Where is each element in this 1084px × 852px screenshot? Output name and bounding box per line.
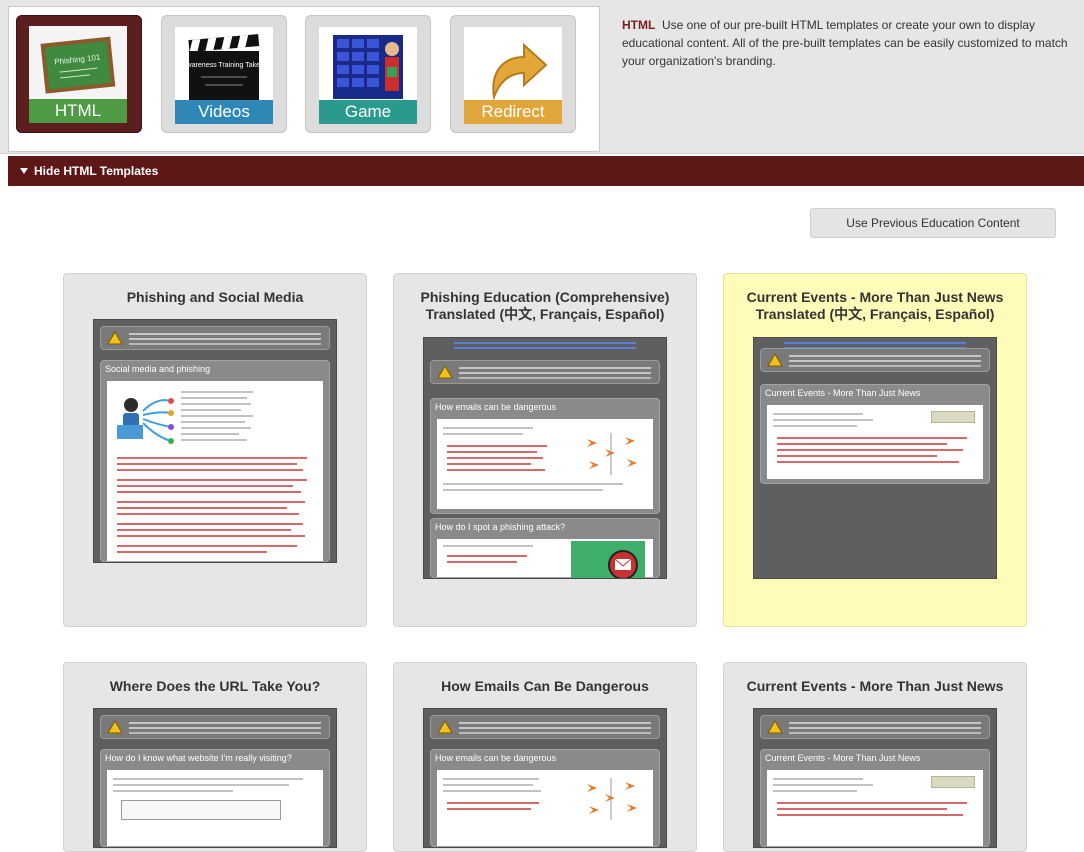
thumb-panel: How emails can be dangerous	[430, 749, 660, 847]
collapse-triangle-icon	[20, 168, 28, 174]
card-title: Current Events - More Than Just News	[746, 678, 1004, 694]
card-title-line: Current Events - More Than Just News	[746, 289, 1004, 305]
attention-banner	[100, 326, 330, 350]
template-type-picker: Phishing 101 HTML Awareness Training Tak…	[8, 6, 600, 152]
thumb-heading: How do I know what website I'm really vi…	[105, 753, 292, 763]
clapper-text: Awareness Training Take 1	[182, 62, 266, 69]
template-type-label: HTML	[29, 99, 127, 123]
template-type-header: Phishing 101 HTML Awareness Training Tak…	[0, 0, 1084, 154]
warning-icon	[107, 720, 123, 734]
template-type-redirect[interactable]: Redirect	[450, 15, 576, 133]
hide-templates-label: Hide HTML Templates	[34, 164, 159, 178]
chalkboard-icon: Phishing 101	[29, 26, 127, 110]
thumb-panel: How do I spot a phishing attack?	[430, 518, 660, 578]
template-type-html[interactable]: Phishing 101 HTML	[16, 15, 142, 133]
card-title: Phishing Education (Comprehensive) Trans…	[394, 289, 696, 323]
template-card[interactable]: Where Does the URL Take You? How do I kn…	[63, 662, 367, 852]
attention-banner	[100, 715, 330, 739]
thumb-panel: How do I know what website I'm really vi…	[100, 749, 330, 847]
card-title: How Emails Can Be Dangerous	[441, 678, 649, 694]
template-thumbnail: Current Events - More Than Just News	[753, 708, 997, 848]
template-description: HTML Use one of our pre-built HTML templ…	[622, 16, 1072, 70]
template-type-label: Redirect	[464, 100, 562, 124]
card-title-line: Translated (中文, Français, Español)	[755, 306, 995, 322]
social-media-illustration-icon	[117, 398, 174, 444]
thumb-panel: Social media and phishing	[100, 360, 330, 562]
template-thumbnail: How emails can be dangerous	[423, 708, 667, 848]
attention-banner	[430, 715, 660, 739]
template-thumbnail: How do I know what website I'm really vi…	[93, 708, 337, 848]
use-previous-content-button[interactable]: Use Previous Education Content	[810, 208, 1056, 238]
thumb-heading: How do I spot a phishing attack?	[435, 522, 566, 532]
description-heading: HTML	[622, 18, 656, 32]
description-text: Use one of our pre-built HTML templates …	[622, 18, 1068, 68]
thumb-heading: Social media and phishing	[105, 364, 211, 374]
card-title: Where Does the URL Take You?	[109, 678, 321, 694]
card-title-line: Translated (中文, Français, Español)	[425, 306, 665, 322]
thumb-panel: Current Events - More Than Just News	[760, 749, 990, 847]
warning-icon	[107, 331, 123, 345]
template-card-selected[interactable]: Current Events - More Than Just News Tra…	[723, 273, 1027, 627]
warning-icon	[437, 720, 453, 734]
thumb-panel: Current Events - More Than Just News	[760, 384, 990, 484]
template-type-game[interactable]: Game	[305, 15, 431, 133]
news-logo	[931, 411, 975, 423]
thumb-heading: How emails can be dangerous	[435, 753, 557, 763]
card-title: Phishing and Social Media	[126, 289, 304, 305]
thumb-heading: Current Events - More Than Just News	[765, 753, 921, 763]
clapperboard-icon: Awareness Training Take 1	[175, 27, 273, 111]
attention-banner	[760, 348, 990, 372]
template-card[interactable]: Current Events - More Than Just News Cur…	[723, 662, 1027, 852]
thumb-heading: How emails can be dangerous	[435, 402, 557, 412]
game-board-icon	[319, 27, 417, 111]
warning-icon	[437, 365, 453, 379]
template-thumbnail: How emails can be dangerous	[423, 337, 667, 579]
fish-hooks-icon	[587, 433, 637, 475]
card-title: Current Events - More Than Just News Tra…	[724, 289, 1026, 323]
envelope-icon	[571, 541, 645, 578]
template-thumbnail: Current Events - More Than Just News	[753, 337, 997, 579]
template-type-videos[interactable]: Awareness Training Take 1 Videos	[161, 15, 287, 133]
attention-banner	[430, 360, 660, 384]
template-thumbnail: Social media and phishing	[93, 319, 337, 563]
attention-banner	[760, 715, 990, 739]
template-type-label: Game	[319, 100, 417, 124]
news-logo	[931, 776, 975, 788]
redirect-arrow-icon	[464, 27, 562, 111]
hide-templates-toggle[interactable]: Hide HTML Templates	[8, 156, 1084, 186]
template-card[interactable]: How Emails Can Be Dangerous How emails c…	[393, 662, 697, 852]
thumb-panel: How emails can be dangerous	[430, 398, 660, 514]
warning-icon	[767, 353, 783, 367]
card-title-line: Phishing Education (Comprehensive)	[420, 289, 670, 305]
warning-icon	[767, 720, 783, 734]
template-type-label: Videos	[175, 100, 273, 124]
template-card[interactable]: Phishing and Social Media Social media a…	[63, 273, 367, 627]
thumb-heading: Current Events - More Than Just News	[765, 388, 921, 398]
fish-hooks-icon	[587, 778, 637, 820]
template-card[interactable]: Phishing Education (Comprehensive) Trans…	[393, 273, 697, 627]
